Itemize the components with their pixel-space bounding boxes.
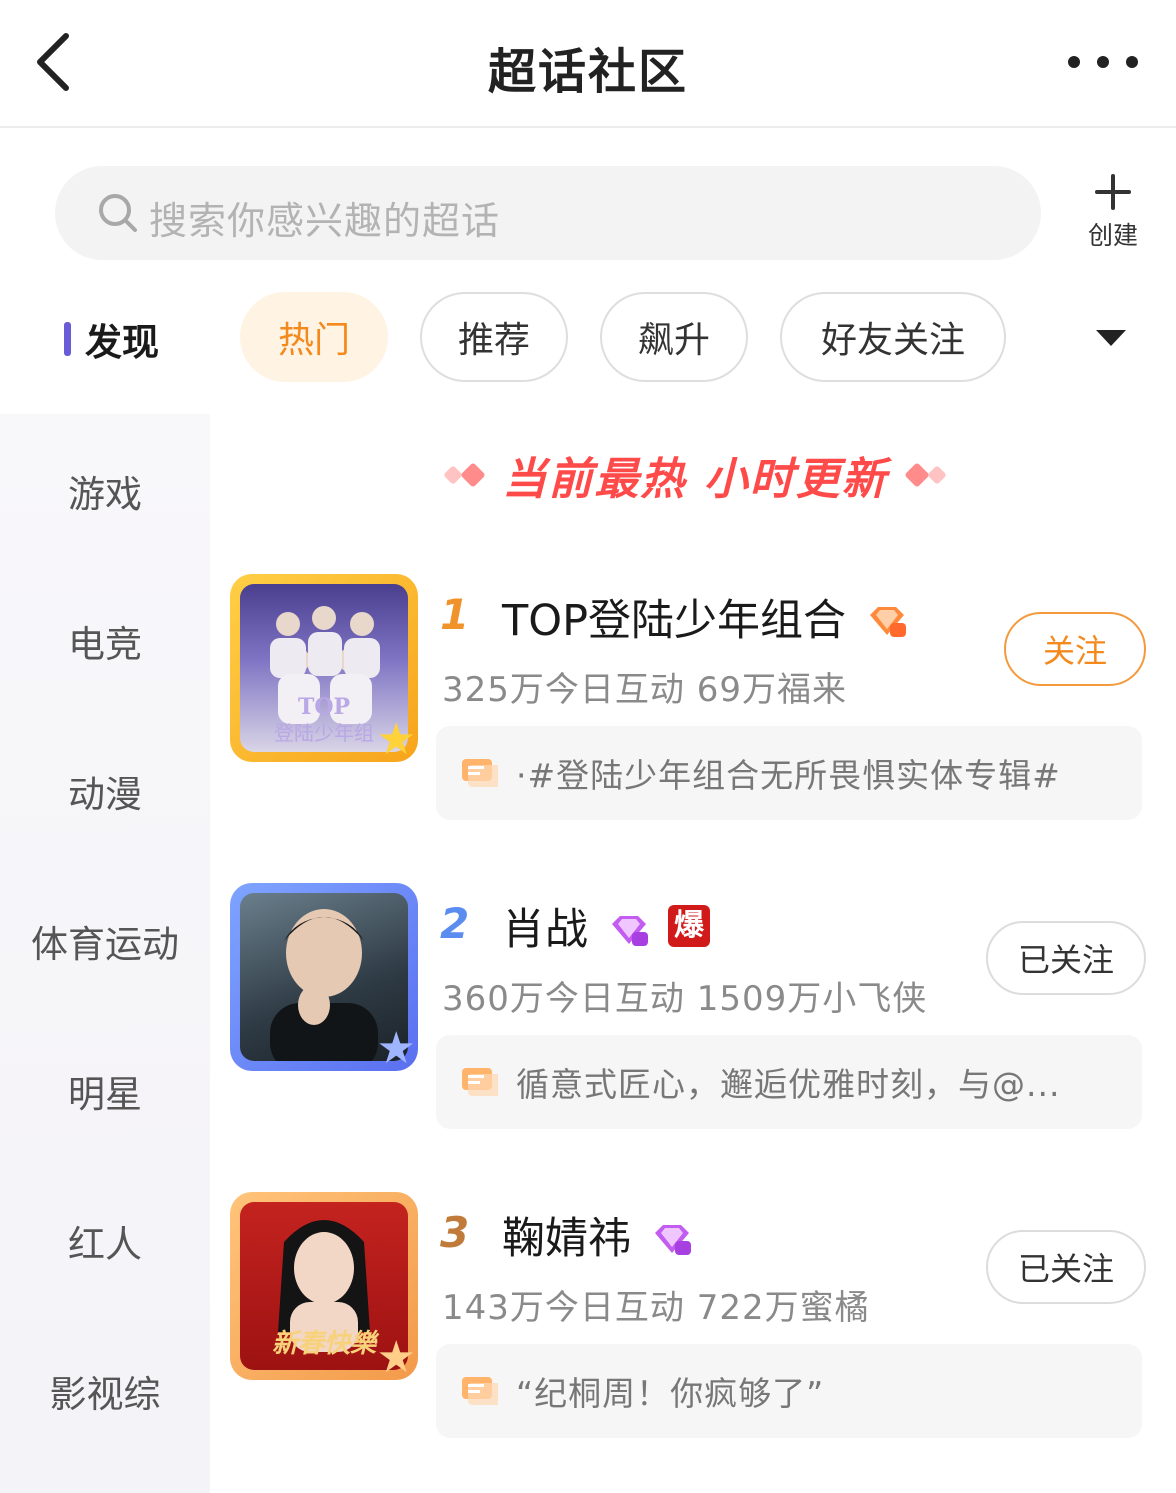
topic-stats: 325万今日互动 69万福来 [442,670,847,710]
topic-quote[interactable]: ·#登陆少年组合无所畏惧实体专辑# [436,726,1142,820]
chevron-down-icon[interactable] [1096,330,1126,346]
rank-number: 3 [440,1208,470,1257]
svg-text:登陆少年组: 登陆少年组 [274,721,374,745]
topic-card[interactable]: ★ 2 肖战 爆 360万今日互动 1509万小飞侠 已关注 循意式匠心，邂逅优… [230,883,1176,1143]
comment-icon [460,1375,502,1407]
topic-name[interactable]: 鞠婧祎 [502,1204,693,1266]
sidebar-item-discover[interactable]: 发现 [64,312,159,366]
active-indicator [64,322,71,356]
diamond-icon [903,462,930,488]
topic-name-text: TOP登陆少年组合 [502,596,847,646]
diamond-icon [926,465,947,485]
create-button[interactable]: 创建 [1080,172,1146,252]
more-options-icon[interactable] [1068,50,1138,74]
diamond-badge-icon [608,909,650,946]
follow-button[interactable]: 关注 [1004,612,1146,686]
sidebar-item-anime[interactable]: 动漫 [0,764,210,818]
svg-text:新春快樂: 新春快樂 [272,1329,380,1359]
search-icon [99,194,137,232]
diamond-badge-icon [866,600,908,637]
topic-name-text: 鞠婧祎 [502,1214,631,1264]
topic-card[interactable]: TOP 登陆少年组 ★ 1 TOP登陆少年组合 325万今日互动 69万福来 关… [230,574,1176,834]
rank-number: 2 [440,899,470,948]
topic-card[interactable]: 新春快樂 ★ 3 鞠婧祎 143万今日互动 722万蜜橘 已关注 “纪桐周！你疯… [230,1192,1176,1452]
star-icon: ★ [376,1023,416,1074]
hot-burst-badge: 爆 [668,905,710,947]
followed-button[interactable]: 已关注 [986,921,1146,995]
sidebar-item-games[interactable]: 游戏 [0,464,210,518]
topic-name-text: 肖战 [502,905,588,955]
sidebar-item-esports[interactable]: 电竞 [0,614,210,668]
topic-avatar[interactable]: TOP 登陆少年组 ★ [230,574,418,762]
topic-name[interactable]: 肖战 爆 [502,895,710,957]
hot-banner: 当前最热 小时更新 [420,440,970,510]
sidebar-item-label: 发现 [85,321,159,364]
topic-name[interactable]: TOP登陆少年组合 [502,586,908,648]
tab-friends-follow[interactable]: 好友关注 [780,292,1006,382]
comment-icon [460,757,502,789]
topic-stats: 360万今日互动 1509万小飞侠 [442,979,928,1019]
tab-hot[interactable]: 热门 [240,292,388,382]
tab-recommend[interactable]: 推荐 [420,292,568,382]
plus-icon [1093,172,1133,212]
create-label: 创建 [1087,221,1138,250]
topic-avatar[interactable]: ★ [230,883,418,1071]
rank-number: 1 [440,590,470,639]
top-bar: 超话社区 [0,0,1176,128]
search-input[interactable]: 搜索你感兴趣的超话 [55,166,1041,260]
topic-quote[interactable]: “纪桐周！你疯够了” [436,1344,1142,1438]
svg-text:TOP: TOP [298,694,350,720]
sidebar-item-film-tv[interactable]: 影视综 [0,1364,210,1418]
sidebar-item-influencers[interactable]: 红人 [0,1214,210,1268]
diamond-badge-icon [651,1218,693,1255]
comment-icon [460,1066,502,1098]
sidebar-item-stars[interactable]: 明星 [0,1064,210,1118]
page-title: 超话社区 [487,44,688,100]
tab-rising[interactable]: 飙升 [600,292,748,382]
banner-text: 当前最热 小时更新 [502,454,888,505]
star-icon: ★ [376,714,416,765]
quote-text: ·#登陆少年组合无所畏惧实体专辑# [516,756,1061,795]
star-icon: ★ [376,1332,416,1383]
topic-quote[interactable]: 循意式匠心，邂逅优雅时刻，与@... [436,1035,1142,1129]
diamond-icon [460,462,487,488]
sidebar-item-sports[interactable]: 体育运动 [0,914,210,968]
topic-avatar[interactable]: 新春快樂 ★ [230,1192,418,1380]
followed-button[interactable]: 已关注 [986,1230,1146,1304]
topic-stats: 143万今日互动 722万蜜橘 [442,1288,870,1328]
search-placeholder: 搜索你感兴趣的超话 [149,199,501,243]
quote-text: 循意式匠心，邂逅优雅时刻，与@... [516,1065,1061,1104]
quote-text: “纪桐周！你疯够了” [516,1374,825,1413]
